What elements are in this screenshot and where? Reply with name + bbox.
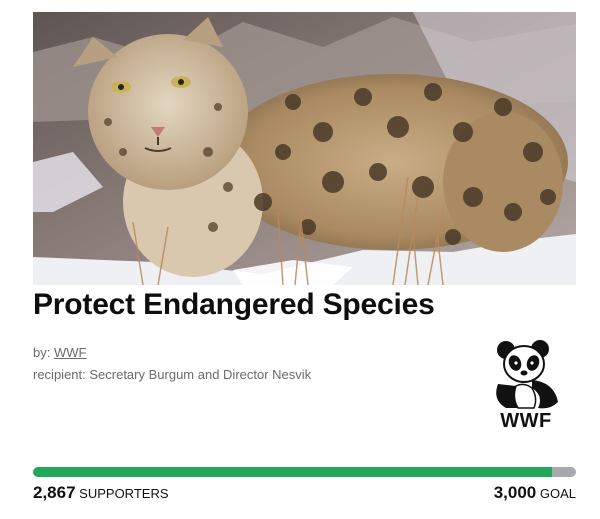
goal-label: GOAL <box>539 486 576 501</box>
hero-image-snow-leopard <box>33 12 576 285</box>
goal-count: 3,000 GOAL <box>494 483 576 503</box>
supporters-progress-bar <box>33 467 576 477</box>
supporters-number: 2,867 <box>33 483 76 502</box>
wwf-logo: WWF <box>488 340 564 436</box>
author-prefix: by: <box>33 345 51 360</box>
supporters-label: SUPPORTERS <box>79 486 169 501</box>
petition-title: Protect Endangered Species <box>33 288 435 321</box>
petition-author: by: WWF <box>33 345 86 360</box>
petition-recipient: recipient: Secretary Burgum and Director… <box>33 367 312 382</box>
goal-number: 3,000 <box>493 483 537 502</box>
supporters-count: 2,867 SUPPORTERS <box>33 483 169 503</box>
wwf-logo-text: WWF <box>500 410 552 432</box>
author-link[interactable]: WWF <box>54 345 86 360</box>
progress-fill <box>33 467 552 477</box>
panda-icon <box>496 340 558 409</box>
